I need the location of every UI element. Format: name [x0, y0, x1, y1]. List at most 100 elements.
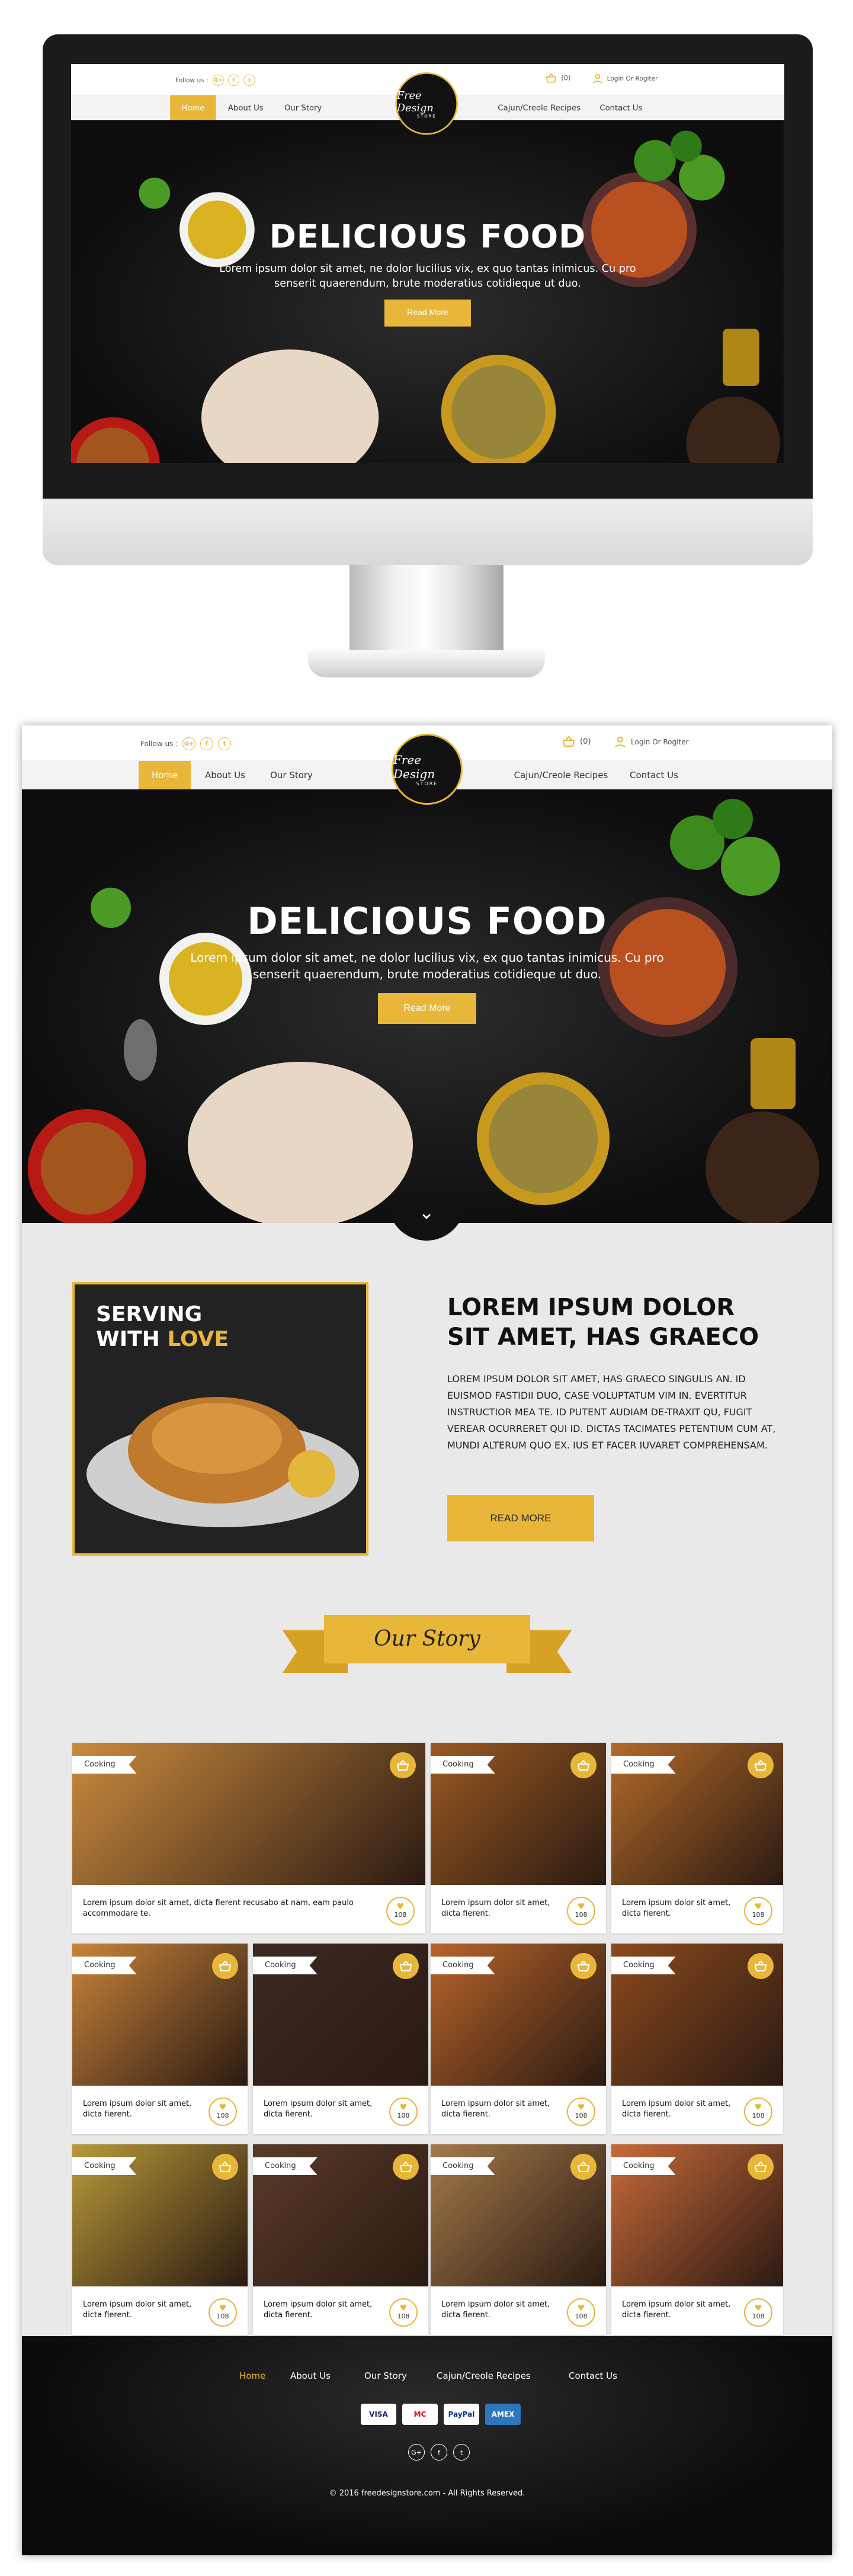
basket-icon[interactable]: [212, 2154, 238, 2180]
basket-icon[interactable]: [212, 1953, 238, 1979]
card-likes[interactable]: ♥ 108: [386, 1897, 415, 1925]
footer-twitter-icon[interactable]: t: [453, 2444, 470, 2461]
card-tag[interactable]: Cooking: [72, 1957, 137, 1974]
footer-google-plus-icon[interactable]: G+: [408, 2444, 425, 2461]
card-likes[interactable]: ♥ 108: [744, 1897, 772, 1925]
mastercard-icon: MC: [402, 2404, 438, 2425]
card-likes-count: 108: [575, 2112, 588, 2119]
nav-home[interactable]: Home: [170, 95, 216, 125]
card-likes[interactable]: ♥ 108: [567, 1897, 595, 1925]
nav-recipes[interactable]: Cajun/Creole Recipes: [508, 761, 614, 789]
story-card[interactable]: Cooking Lorem ipsum dolor sit amet, dicta…: [431, 2144, 606, 2335]
story-card[interactable]: Cooking Lorem ipsum dolor sit amet, dicta…: [611, 2144, 783, 2335]
story-card[interactable]: Cooking Lorem ipsum dolor sit amet, dicta…: [611, 1743, 783, 1933]
follow-label: Follow us :: [175, 76, 209, 84]
card-tag[interactable]: Cooking: [611, 1756, 676, 1774]
full-page-preview: Follow us : G+ f t (0) Login Or Rogiter …: [22, 725, 832, 2555]
facebook-icon[interactable]: f: [200, 737, 214, 750]
nav-recipes[interactable]: Cajun/Creole Recipes: [492, 95, 586, 120]
google-plus-icon[interactable]: G+: [212, 74, 224, 86]
login-link[interactable]: Login Or Rogiter: [614, 736, 689, 748]
card-likes[interactable]: ♥ 108: [567, 2298, 595, 2327]
card-likes[interactable]: ♥ 108: [209, 2098, 237, 2126]
card-text: Lorem ipsum dolor sit amet, dicta fieren…: [622, 2300, 731, 2320]
story-card[interactable]: Cooking Lorem ipsum dolor sit amet, dicta…: [431, 1944, 606, 2134]
follow-group: Follow us : G+ f t: [175, 74, 255, 86]
basket-icon[interactable]: [393, 1953, 419, 1979]
twitter-icon[interactable]: t: [243, 74, 255, 86]
card-tag[interactable]: Cooking: [431, 1756, 495, 1774]
basket-icon[interactable]: [570, 2154, 597, 2180]
site-logo[interactable]: Free Design STORE: [392, 734, 463, 805]
card-likes[interactable]: ♥ 108: [389, 2298, 418, 2327]
footer-nav-recipes[interactable]: Cajun/Creole Recipes: [437, 2371, 531, 2381]
footer-nav-contact[interactable]: Contact Us: [569, 2371, 617, 2381]
hero-title: DELICIOUS FOOD: [247, 900, 607, 943]
about-image-title: SERVING WITH LOVE: [96, 1302, 229, 1352]
heart-icon: ♥: [219, 2304, 227, 2313]
card-tag[interactable]: Cooking: [611, 2157, 676, 2175]
basket-icon[interactable]: [390, 1752, 416, 1778]
hero-read-more-button[interactable]: Read More: [378, 993, 476, 1024]
monitor-base: [308, 650, 545, 677]
nav-contact[interactable]: Contact Us: [621, 761, 687, 789]
cart-count: (0): [580, 737, 591, 746]
footer-nav-home[interactable]: Home: [239, 2371, 265, 2381]
card-tag[interactable]: Cooking: [431, 2157, 495, 2175]
basket-icon[interactable]: [748, 2154, 774, 2180]
story-card[interactable]: Cooking Lorem ipsum dolor sit amet, dicta…: [431, 1743, 606, 1933]
heart-icon: ♥: [399, 2103, 408, 2112]
monitor-screen-preview: Follow us : G+ f t (0) Login Or Rogiter …: [71, 64, 784, 463]
card-tag[interactable]: Cooking: [72, 2157, 137, 2175]
login-link[interactable]: Login Or Rogiter: [592, 73, 658, 84]
nav-about[interactable]: About Us: [222, 95, 269, 120]
story-card[interactable]: Cooking Lorem ipsum dolor sit amet, dicta…: [72, 2144, 248, 2335]
card-tag[interactable]: Cooking: [72, 1756, 137, 1774]
site-logo[interactable]: Free Design STORE: [395, 72, 458, 135]
card-likes[interactable]: ♥ 108: [389, 2098, 418, 2126]
nav-about[interactable]: About Us: [198, 761, 252, 789]
nav-story[interactable]: Our Story: [265, 761, 318, 789]
scroll-down-button[interactable]: ⌄: [388, 1200, 465, 1241]
card-likes[interactable]: ♥ 108: [744, 2098, 772, 2126]
about-read-more-button[interactable]: READ MORE: [447, 1495, 594, 1541]
twitter-icon[interactable]: t: [218, 737, 232, 750]
copyright: © 2016 freedesignstore.com - All Rights …: [329, 2489, 525, 2498]
user-icon: [615, 737, 626, 748]
story-card[interactable]: Cooking Lorem ipsum dolor sit amet, dicta…: [72, 1944, 248, 2134]
google-plus-icon[interactable]: G+: [182, 737, 196, 750]
basket-icon[interactable]: [570, 1752, 597, 1778]
basket-icon[interactable]: [748, 1752, 774, 1778]
card-tag[interactable]: Cooking: [431, 1957, 495, 1974]
heart-icon: ♥: [754, 2103, 762, 2112]
hero-read-more-button[interactable]: Read More: [384, 299, 471, 327]
facebook-icon[interactable]: f: [228, 74, 240, 86]
basket-icon[interactable]: [748, 1953, 774, 1979]
logo-line2: STORE: [416, 114, 437, 118]
card-tag[interactable]: Cooking: [253, 2157, 318, 2175]
basket-icon[interactable]: [570, 1953, 597, 1979]
hero-text: Lorem ipsum dolor sit amet, ne dolor luc…: [190, 950, 664, 981]
story-card[interactable]: Cooking Lorem ipsum dolor sit amet, dicta…: [72, 1743, 425, 1933]
card-likes[interactable]: ♥ 108: [567, 2098, 595, 2126]
story-card[interactable]: Cooking Lorem ipsum dolor sit amet, dicta…: [253, 2144, 428, 2335]
footer-facebook-icon[interactable]: f: [431, 2444, 447, 2461]
card-text: Lorem ipsum dolor sit amet, dicta fieren…: [622, 2099, 731, 2119]
footer-nav-about[interactable]: About Us: [290, 2371, 331, 2381]
story-card[interactable]: Cooking Lorem ipsum dolor sit amet, dicta…: [253, 1944, 428, 2134]
card-likes[interactable]: ♥ 108: [744, 2298, 772, 2327]
user-icon: [592, 73, 602, 83]
nav-story[interactable]: Our Story: [280, 95, 326, 120]
cart-link[interactable]: (0): [546, 73, 570, 83]
card-likes-count: 108: [394, 1911, 407, 1919]
footer-nav-story[interactable]: Our Story: [364, 2371, 407, 2381]
basket-icon[interactable]: [393, 2154, 419, 2180]
story-card[interactable]: Cooking Lorem ipsum dolor sit amet, dicta…: [611, 1944, 783, 2134]
card-likes-count: 108: [216, 2112, 229, 2119]
nav-contact[interactable]: Contact Us: [592, 95, 650, 120]
card-tag[interactable]: Cooking: [253, 1957, 318, 1974]
cart-link[interactable]: (0): [562, 736, 591, 747]
card-tag[interactable]: Cooking: [611, 1957, 676, 1974]
card-likes[interactable]: ♥ 108: [209, 2298, 237, 2327]
nav-home[interactable]: Home: [139, 761, 191, 794]
